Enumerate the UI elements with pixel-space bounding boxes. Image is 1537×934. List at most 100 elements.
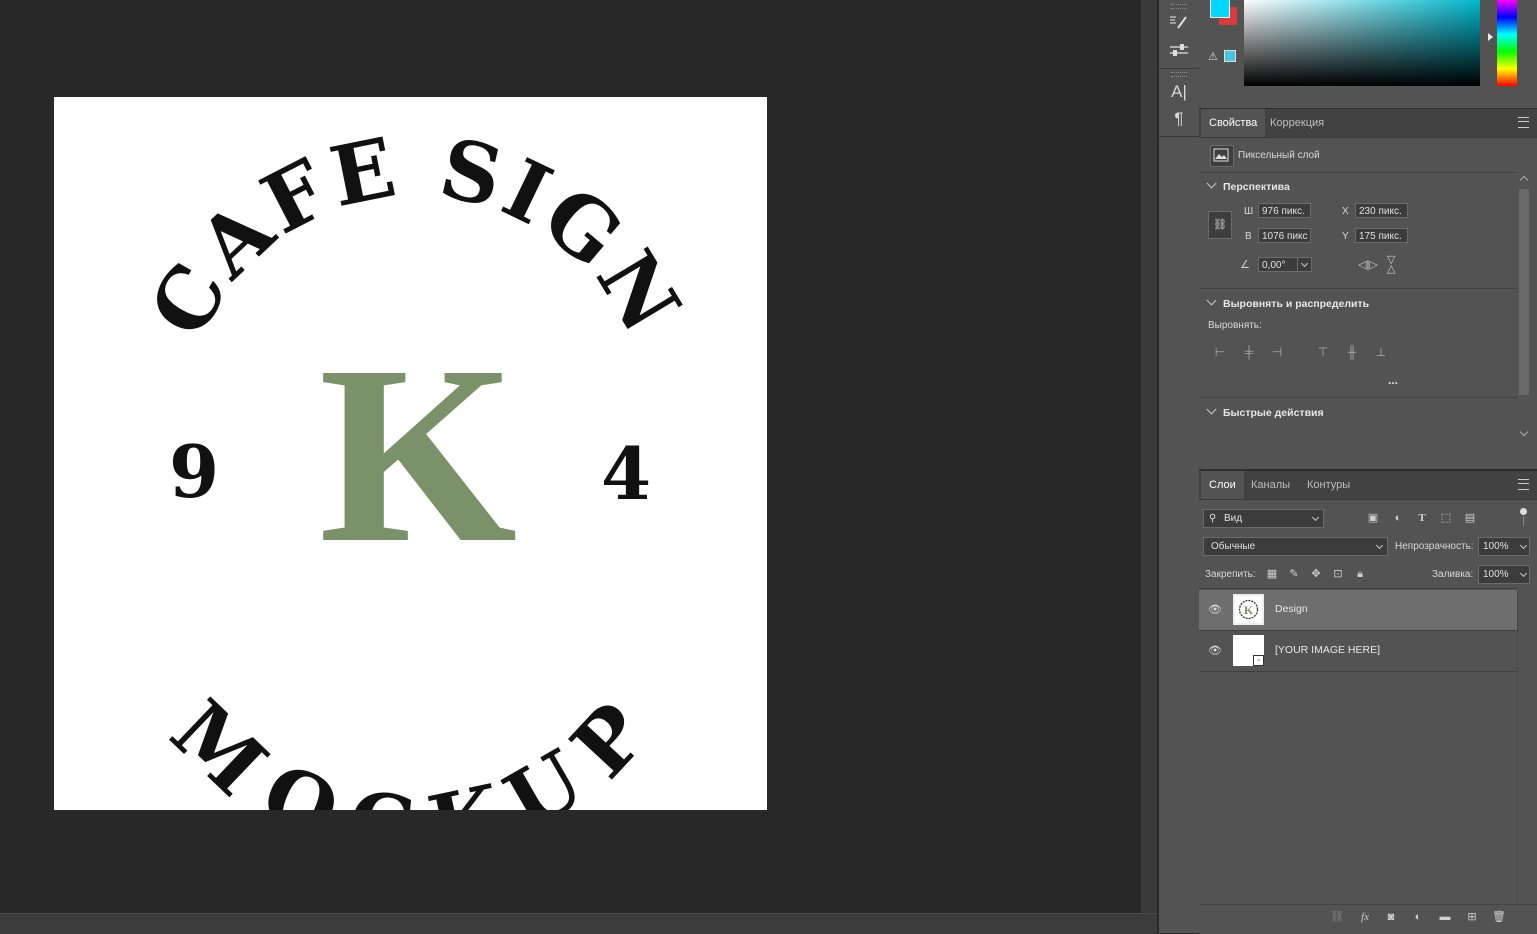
search-icon: ⚲ <box>1209 513 1217 524</box>
collapse-quick-actions-icon[interactable] <box>1206 404 1217 415</box>
lock-position-icon[interactable]: ✥ <box>1308 566 1324 582</box>
visibility-eye-icon[interactable]: 👁︎ <box>1208 645 1222 658</box>
visibility-eye-icon[interactable]: 👁︎ <box>1208 604 1222 617</box>
pixel-layer-icon <box>1210 145 1234 167</box>
lock-all-icon[interactable]: 🔒︎ <box>1352 566 1368 582</box>
link-dimensions-icon[interactable]: ⛓ <box>1208 211 1232 239</box>
adjust-sliders-icon[interactable] <box>1165 38 1193 62</box>
tab-paths[interactable]: Контуры <box>1299 471 1358 499</box>
tab-properties[interactable]: Свойства <box>1201 109 1266 137</box>
fx-icon[interactable]: fx <box>1358 910 1372 924</box>
new-layer-icon[interactable]: ⊞ <box>1465 910 1479 924</box>
layer-row-image[interactable]: 👁︎ ▫ [YOUR IMAGE HERE] <box>1199 631 1517 672</box>
layer-name[interactable]: [YOUR IMAGE HERE] <box>1275 644 1380 656</box>
delete-layer-icon[interactable]: 🗑︎ <box>1492 910 1506 924</box>
perspective-title[interactable]: Перспектива <box>1223 181 1290 193</box>
layer-thumbnail: ▫ <box>1233 635 1264 666</box>
properties-scrollbar[interactable] <box>1518 175 1530 440</box>
layers-menu-icon[interactable] <box>1518 479 1529 490</box>
align-bottom-icon[interactable]: ⊥ <box>1374 345 1388 359</box>
flip-horizontal-icon[interactable]: ◁|▷ <box>1358 258 1378 271</box>
add-mask-icon[interactable]: ◙ <box>1384 910 1398 924</box>
panel-menu-icon[interactable] <box>1518 117 1529 128</box>
align-vcenter-icon[interactable]: ╫ <box>1345 345 1359 359</box>
collapse-perspective-icon[interactable] <box>1206 178 1217 189</box>
align-right-icon[interactable]: ⊣ <box>1270 345 1284 359</box>
width-field[interactable]: 976 пикс. <box>1258 203 1311 218</box>
vertical-scrollbar[interactable] <box>1141 0 1157 913</box>
align-left-icon[interactable]: ⊢ <box>1213 345 1227 359</box>
smart-object-filter-icon[interactable]: ▤ <box>1462 510 1478 526</box>
align-label: Выровнять: <box>1208 320 1262 331</box>
height-field[interactable]: 1076 пикс <box>1258 228 1311 243</box>
quick-actions-title[interactable]: Быстрые действия <box>1223 407 1324 419</box>
tab-channels[interactable]: Каналы <box>1243 471 1298 499</box>
horizontal-scrollbar[interactable] <box>0 913 1157 934</box>
h-label: В <box>1245 231 1252 242</box>
opacity-field[interactable]: 100% <box>1478 537 1530 556</box>
fill-field[interactable]: 100% <box>1478 565 1530 584</box>
angle-dropdown[interactable] <box>1297 258 1310 271</box>
svg-text:K: K <box>1244 603 1254 617</box>
paragraph-icon[interactable]: ¶ <box>1165 107 1193 131</box>
smart-object-icon: ▫ <box>1253 655 1264 666</box>
blend-mode-dropdown[interactable]: Обычные <box>1203 537 1388 556</box>
flip-vertical-icon[interactable]: ▽ △ <box>1387 255 1395 275</box>
blend-mode-value: Обычные <box>1211 541 1256 552</box>
layer-filter-value: Вид <box>1224 513 1243 524</box>
layers-tabs: Слои Каналы Контуры <box>1199 471 1537 500</box>
layer-thumbnail: K <box>1233 594 1264 625</box>
layers-panel: Слои Каналы Контуры ⚲ Вид ▣ ◐ T ⬚ ▤ Обыч… <box>1199 471 1537 934</box>
angle-icon: ∠ <box>1240 259 1250 271</box>
properties-tabs: Свойства Коррекция <box>1199 109 1537 138</box>
fill-label: Заливка: <box>1432 569 1474 580</box>
dock-grip[interactable] <box>1171 4 1187 9</box>
color-panel: ⚠ <box>1199 0 1537 110</box>
monogram: K <box>319 314 517 596</box>
lock-artboard-icon[interactable]: ⊡ <box>1330 566 1346 582</box>
filter-toggle[interactable] <box>1520 508 1527 515</box>
character-icon[interactable]: A| <box>1165 80 1193 104</box>
web-safe-swatch[interactable] <box>1224 50 1236 62</box>
more-options-button[interactable]: ... <box>1388 373 1398 387</box>
collapse-align-icon[interactable] <box>1206 295 1217 306</box>
image-filter-icon[interactable]: ▣ <box>1365 510 1381 526</box>
hue-slider-marker[interactable] <box>1488 33 1493 41</box>
w-label: Ш <box>1244 206 1254 217</box>
tab-layers[interactable]: Слои <box>1201 471 1244 499</box>
lock-label: Закрепить: <box>1205 569 1256 580</box>
type-filter-icon[interactable]: T <box>1414 510 1430 526</box>
warning-icon[interactable]: ⚠ <box>1208 50 1218 63</box>
fill-value: 100% <box>1483 569 1509 580</box>
align-hcenter-icon[interactable]: ╪ <box>1242 345 1256 359</box>
design-artwork: CAFE SIGN MOCKUP 9 4 K <box>131 119 696 876</box>
layer-row-design[interactable]: 👁︎ K Design <box>1199 590 1517 631</box>
new-group-icon[interactable]: ▬ <box>1438 910 1452 924</box>
tab-adjustments[interactable]: Коррекция <box>1262 109 1332 137</box>
left-digit: 9 <box>169 429 219 514</box>
align-title[interactable]: Выровнять и распределить <box>1223 298 1369 310</box>
layer-type-label: Пиксельный слой <box>1238 150 1320 161</box>
link-layers-icon[interactable]: ⛓ <box>1330 910 1344 924</box>
color-field[interactable] <box>1244 0 1480 86</box>
panel-dock-strip: A| ¶ <box>1158 0 1200 933</box>
x-label: X <box>1342 206 1349 217</box>
right-digit: 4 <box>601 431 651 516</box>
adjustment-layer-icon[interactable]: ◐ <box>1411 910 1425 924</box>
properties-panel: Свойства Коррекция Пиксельный слой Персп… <box>1199 109 1537 469</box>
adjustment-filter-icon[interactable]: ◐ <box>1390 510 1406 526</box>
brush-settings-icon[interactable] <box>1165 10 1193 34</box>
dock-grip-2[interactable] <box>1171 72 1187 77</box>
document-canvas[interactable]: CAFE SIGN MOCKUP 9 4 K <box>54 97 767 876</box>
hue-slider[interactable] <box>1497 0 1517 86</box>
y-field[interactable]: 175 пикс. <box>1355 228 1408 243</box>
y-label: Y <box>1342 231 1349 242</box>
layer-name[interactable]: Design <box>1275 603 1308 615</box>
layer-filter-dropdown[interactable]: ⚲ Вид <box>1203 509 1324 528</box>
lock-transparent-icon[interactable]: ▦ <box>1264 566 1280 582</box>
lock-image-icon[interactable]: ✎ <box>1286 566 1302 582</box>
shape-filter-icon[interactable]: ⬚ <box>1438 510 1454 526</box>
align-top-icon[interactable]: ⊤ <box>1316 345 1330 359</box>
opacity-label: Непрозрачность: <box>1395 541 1474 552</box>
x-field[interactable]: 230 пикс. <box>1355 203 1408 218</box>
